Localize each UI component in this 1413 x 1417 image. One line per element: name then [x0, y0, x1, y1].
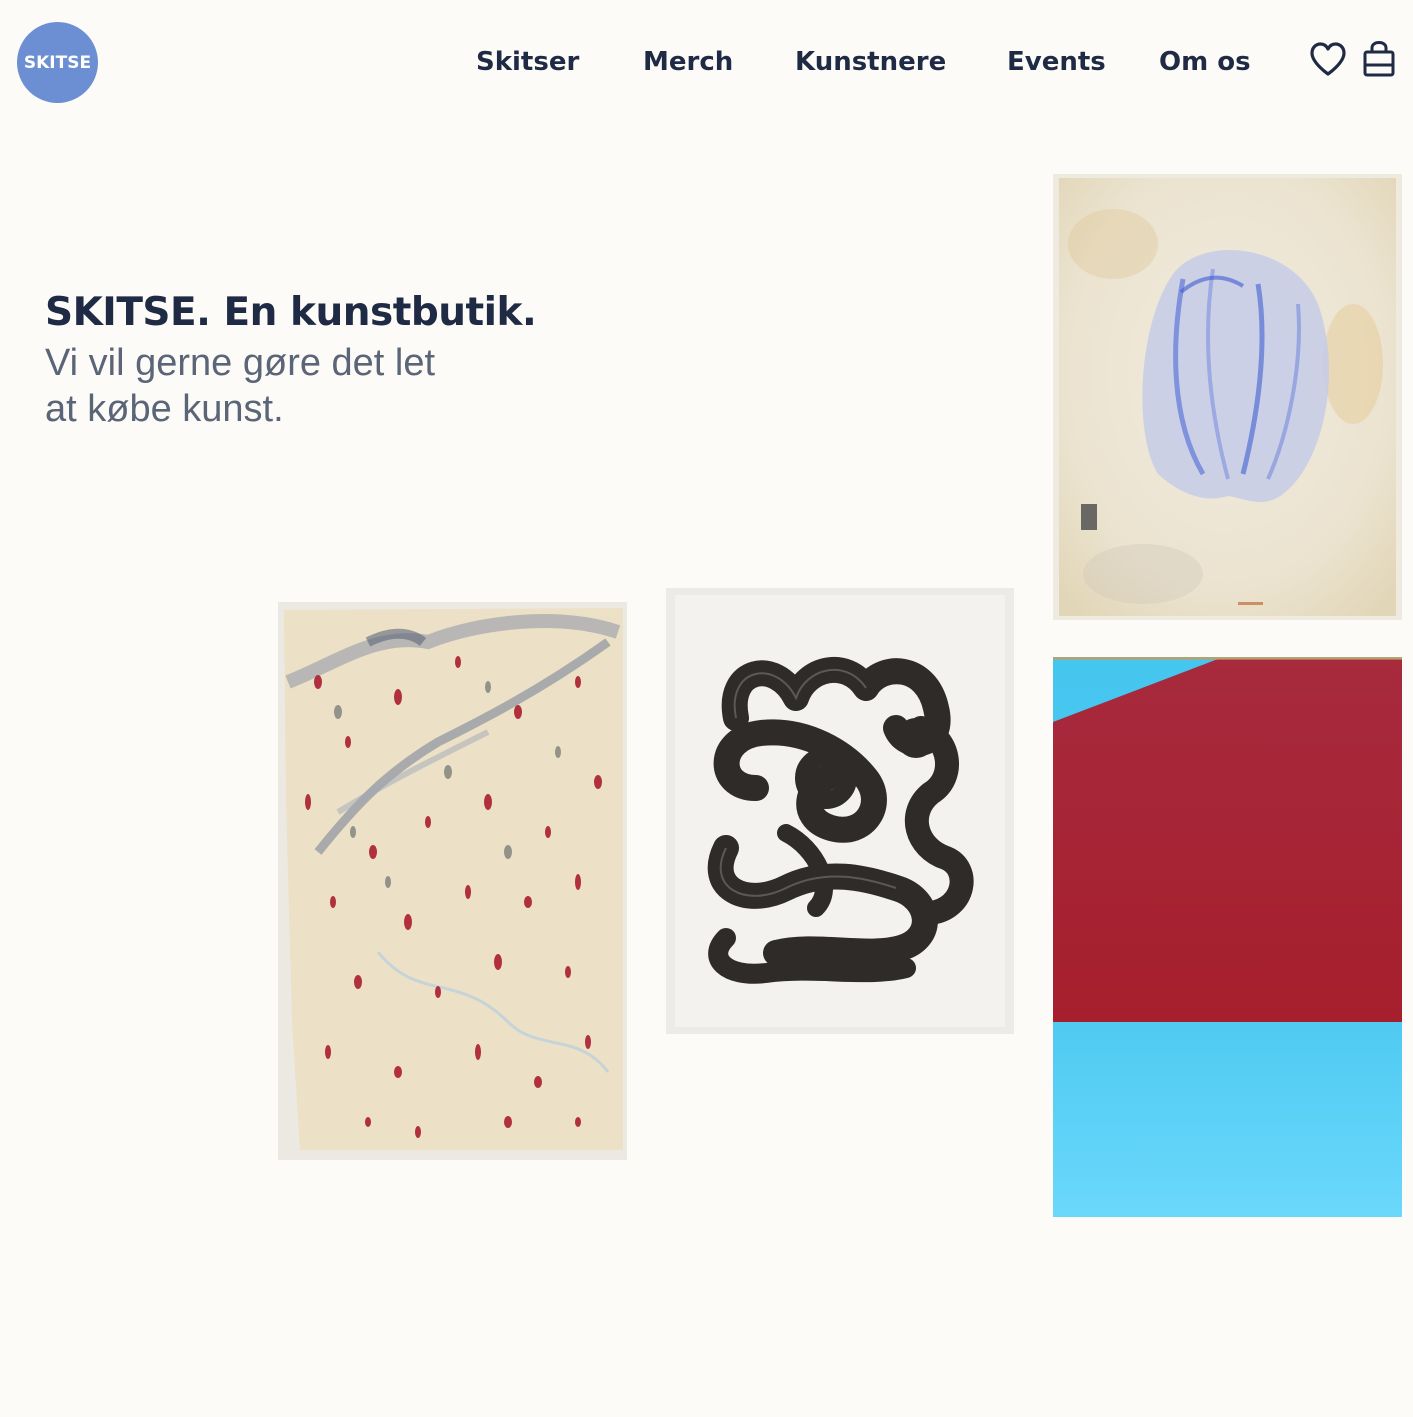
artwork-red-splatter-painting[interactable]: [278, 602, 627, 1160]
nav-item-merch[interactable]: Merch: [643, 44, 733, 80]
nav-item-skitser[interactable]: Skitser: [476, 44, 579, 80]
nav-item-kunstnere[interactable]: Kunstnere: [795, 44, 946, 80]
nav-item-events[interactable]: Events: [1007, 44, 1106, 80]
hero-subtitle-line-2: at købe kunst.: [45, 388, 284, 430]
shopping-bag-icon[interactable]: [1362, 40, 1396, 78]
artwork-black-brushstroke-loops[interactable]: [666, 588, 1014, 1034]
artwork-red-blue-color-field[interactable]: [1053, 657, 1402, 1217]
skitse-logo[interactable]: SKITSE: [17, 22, 98, 103]
hero-subtitle: Vi vil gerne gøre det let at købe kunst.: [45, 340, 565, 432]
hero-subtitle-line-1: Vi vil gerne gøre det let: [45, 342, 436, 384]
logo-text: SKITSE: [23, 52, 92, 73]
nav-item-om-os[interactable]: Om os: [1159, 44, 1251, 80]
hero-title: SKITSE. En kunstbutik.: [45, 290, 537, 335]
heart-icon[interactable]: [1309, 41, 1347, 77]
artwork-blue-shell-watercolor[interactable]: [1053, 174, 1402, 620]
